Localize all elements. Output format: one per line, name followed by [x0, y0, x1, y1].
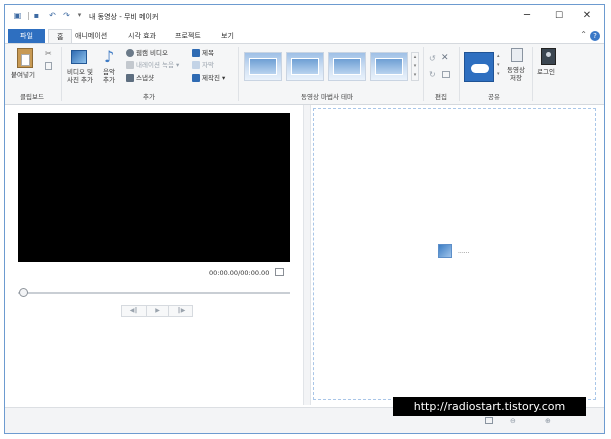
webcam-icon — [126, 49, 134, 57]
select-all-icon[interactable] — [442, 71, 450, 78]
tab-visual-effects[interactable]: 시각 효과 — [128, 29, 156, 43]
storyboard-placeholder-text: ...... — [458, 248, 470, 255]
ribbon-collapse-icon[interactable]: ⌃ — [580, 30, 587, 39]
group-separator — [459, 47, 460, 101]
theme-thumbnail[interactable] — [286, 52, 324, 81]
save-icon[interactable]: ▪ — [32, 11, 41, 20]
add-videos-button[interactable]: 비디오 및 사진 추가 — [65, 68, 95, 84]
onedrive-icon[interactable] — [464, 52, 494, 82]
paste-icon[interactable] — [17, 48, 33, 68]
sign-in-icon[interactable] — [541, 48, 556, 65]
maximize-button[interactable]: ☐ — [545, 9, 573, 23]
editing-group-label: 편집 — [435, 93, 447, 101]
credits-label: 제작진 — [202, 74, 220, 82]
rotate-left-icon[interactable]: ↺ — [429, 54, 436, 63]
storyboard-view-icon[interactable] — [485, 417, 493, 424]
group-separator — [61, 47, 62, 101]
caption-icon — [192, 61, 200, 69]
save-movie-icon[interactable] — [511, 48, 523, 62]
zoom-out-icon[interactable]: ⊖ — [510, 417, 516, 425]
qat-customize-icon[interactable]: ▾ — [75, 11, 84, 20]
group-separator — [238, 47, 239, 101]
title-label: 제목 — [202, 49, 214, 57]
ribbon-tabs: 파일 홈 애니메이션 시각 효과 프로젝트 보기 ⌃ ? — [5, 27, 604, 43]
group-separator — [532, 47, 533, 101]
caption-button[interactable]: 자막 — [192, 60, 214, 70]
close-button[interactable]: ✕ — [573, 9, 601, 23]
ribbon: 붙여넣기 ✂ 클립보드 비디오 및 사진 추가 ♪ 음악 추가 웹캠 비디오 내… — [5, 43, 604, 105]
play-icon[interactable]: ▶ — [146, 306, 169, 316]
save-movie-button[interactable]: 동영상 저장 — [505, 66, 527, 82]
rotate-right-icon[interactable]: ↻ — [429, 70, 436, 79]
microphone-icon — [126, 61, 134, 69]
remove-icon[interactable]: ✕ — [441, 53, 449, 63]
snapshot-label: 스냅샷 — [136, 74, 154, 82]
share-group-label: 공유 — [488, 93, 500, 101]
caption-label: 자막 — [202, 61, 214, 69]
pane-splitter[interactable] — [303, 105, 311, 405]
themes-group-label: 동영상 마법사 테마 — [301, 93, 353, 101]
window-title: 내 동영상 - 무비 메이커 — [89, 13, 159, 21]
group-separator — [423, 47, 424, 101]
app-menu-icon[interactable]: ▣ — [13, 11, 22, 20]
undo-icon[interactable]: ↶ — [48, 11, 57, 20]
add-music-button[interactable]: 음악 추가 — [100, 68, 118, 84]
playback-controls: ◀‖ ▶ ‖▶ — [121, 305, 193, 317]
share-gallery-scroll[interactable]: ▴ ▾ ▾ — [497, 52, 503, 80]
tab-file[interactable]: 파일 — [8, 29, 45, 43]
narration-button[interactable]: 내레이션 녹음 ▾ — [126, 60, 179, 70]
zoom-in-icon[interactable]: ⊕ — [545, 417, 551, 425]
next-frame-icon[interactable]: ‖▶ — [170, 306, 193, 316]
webcam-button[interactable]: 웹캠 비디오 — [126, 48, 168, 58]
preview-pane: 00:00.00/00:00.00 ◀‖ ▶ ‖▶ — [5, 105, 303, 405]
seek-thumb[interactable] — [19, 288, 28, 297]
snapshot-icon — [126, 74, 134, 82]
credits-button[interactable]: 제작진 ▾ — [192, 73, 225, 83]
add-media-placeholder-icon[interactable] — [438, 244, 452, 258]
help-icon[interactable]: ? — [590, 31, 600, 41]
tab-project[interactable]: 프로젝트 — [175, 29, 201, 43]
cut-icon[interactable]: ✂ — [45, 49, 52, 58]
app-window: ▣ | ▪ ↶ ↷ ▾ 내 동영상 - 무비 메이커 ─ ☐ ✕ 파일 홈 애니… — [4, 4, 605, 434]
copy-icon[interactable] — [45, 62, 52, 70]
paste-button[interactable]: 붙여넣기 — [11, 71, 35, 79]
tab-home[interactable]: 홈 — [48, 29, 73, 43]
watermark-text: http://radiostart.tistory.com — [393, 397, 586, 416]
music-note-icon[interactable]: ♪ — [104, 47, 114, 66]
redo-icon[interactable]: ↷ — [62, 11, 71, 20]
theme-thumbnail[interactable] — [328, 52, 366, 81]
theme-thumbnail[interactable] — [370, 52, 408, 81]
credits-icon — [192, 74, 200, 82]
storyboard-area[interactable]: ...... — [313, 108, 596, 400]
tab-view[interactable]: 보기 — [221, 29, 234, 43]
previous-frame-icon[interactable]: ◀‖ — [122, 306, 145, 316]
fullscreen-icon[interactable] — [275, 268, 284, 276]
title-bar: ▣ | ▪ ↶ ↷ ▾ 내 동영상 - 무비 메이커 ─ ☐ ✕ — [5, 5, 604, 27]
theme-gallery-scroll[interactable]: ▴ ▾ ▾ — [411, 52, 419, 81]
sign-in-button[interactable]: 로그인 — [537, 68, 555, 76]
webcam-label: 웹캠 비디오 — [136, 49, 168, 57]
video-preview[interactable] — [18, 113, 290, 262]
title-icon — [192, 49, 200, 57]
title-button[interactable]: 제목 — [192, 48, 214, 58]
tab-animations[interactable]: 애니메이션 — [75, 29, 107, 43]
clipboard-group-label: 클립보드 — [20, 93, 44, 101]
timecode: 00:00.00/00:00.00 — [209, 269, 270, 277]
minimize-button[interactable]: ─ — [513, 9, 541, 23]
narration-label: 내레이션 녹음 — [136, 61, 174, 69]
add-videos-icon[interactable] — [71, 50, 87, 64]
add-group-label: 추가 — [143, 93, 155, 101]
theme-thumbnail[interactable] — [244, 52, 282, 81]
seek-bar[interactable] — [18, 292, 290, 294]
snapshot-button[interactable]: 스냅샷 — [126, 73, 154, 83]
